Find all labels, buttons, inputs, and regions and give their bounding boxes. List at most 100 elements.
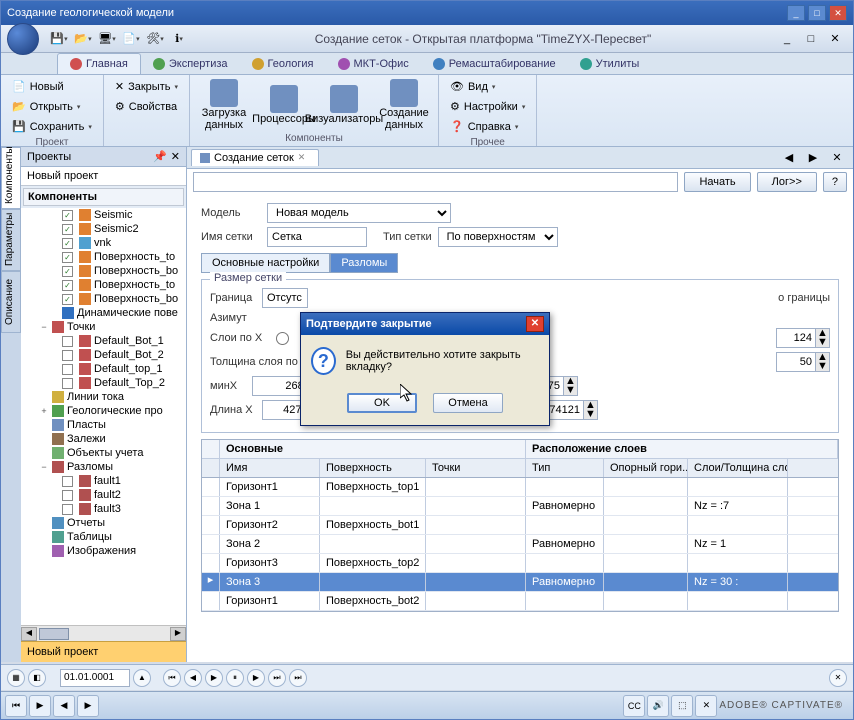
status-icon2[interactable]: ◧ <box>28 669 46 687</box>
qat-tools-icon[interactable]: 🛠▾ <box>144 29 166 49</box>
tree-node[interactable]: Default_Bot_1 <box>21 334 186 348</box>
play-icon[interactable]: ▶ <box>205 669 223 687</box>
mdi-min-btn[interactable]: _ <box>776 29 798 49</box>
ribbon-tab-3[interactable]: МКТ-Офис <box>326 53 421 74</box>
tree-node[interactable]: Default_Top_2 <box>21 376 186 390</box>
end-icon[interactable]: ⏭ <box>289 669 307 687</box>
ok-button[interactable]: OK <box>347 393 417 413</box>
tree-node[interactable]: Залежи <box>21 432 186 446</box>
tb-close[interactable]: ✕ <box>695 695 717 717</box>
table-row[interactable]: Горизонт3Поверхность_top2 <box>202 554 838 573</box>
table-row[interactable]: Горизонт1Поверхность_top1 <box>202 478 838 497</box>
sidebar-tab-1[interactable]: Параметры <box>1 209 21 271</box>
view-button[interactable]: 👁 Вид ▾ <box>445 77 530 96</box>
component-btn-0[interactable]: Загрузка данных <box>196 78 252 132</box>
rewind-icon[interactable]: ⏮ <box>163 669 181 687</box>
fwd-icon[interactable]: ⏭ <box>268 669 286 687</box>
ribbon-tab-4[interactable]: Ремасштабирование <box>421 53 568 74</box>
tb-exit[interactable]: ⬚ <box>671 695 693 717</box>
tree-node[interactable]: +Геологические про <box>21 404 186 418</box>
doctab-create-grids[interactable]: Создание сеток ✕ <box>191 149 319 166</box>
sidebar-tab-2[interactable]: Описание <box>1 271 21 333</box>
dialog-titlebar[interactable]: Подтвердите закрытие ✕ <box>301 313 549 335</box>
date-field[interactable] <box>60 669 130 687</box>
prev-icon[interactable]: ◀ <box>184 669 202 687</box>
qat-screen-icon[interactable]: 🖥▾ <box>96 29 118 49</box>
gridname-input[interactable] <box>267 227 367 247</box>
tree-node[interactable]: Объекты учета <box>21 446 186 460</box>
layers-grid[interactable]: Основные Расположение слоев ИмяПоверхнос… <box>201 439 839 612</box>
component-btn-2[interactable]: Визуализаторы <box>316 78 372 132</box>
tree-node[interactable]: Seismic <box>21 208 186 222</box>
runbar-help-button[interactable]: ? <box>823 172 847 192</box>
table-row[interactable]: Горизонт2Поверхность_bot1 <box>202 516 838 535</box>
tree-hscroll[interactable]: ◀ ▶ <box>21 625 186 641</box>
ribbon-tab-5[interactable]: Утилиты <box>568 53 652 74</box>
tree-node[interactable]: Линии тока <box>21 390 186 404</box>
tree-node[interactable]: −Разломы <box>21 460 186 474</box>
tb-play[interactable]: ▶ <box>29 695 51 717</box>
outer-close-btn[interactable]: ✕ <box>829 5 847 21</box>
tree-node[interactable]: Динамические пове <box>21 306 186 320</box>
subtab-main[interactable]: Основные настройки <box>201 253 330 273</box>
tb-back[interactable]: ◀ <box>53 695 75 717</box>
tree-node[interactable]: Отчеты <box>21 516 186 530</box>
outer-min-btn[interactable]: _ <box>787 5 805 21</box>
tree-node[interactable]: Default_top_1 <box>21 362 186 376</box>
col-header[interactable]: Слои/Толщина слоя <box>688 459 788 477</box>
table-row[interactable]: ▸Зона 3РавномерноNz = 30 : <box>202 573 838 592</box>
tree-node[interactable]: −Точки <box>21 320 186 334</box>
component-btn-1[interactable]: Процессоры <box>256 78 312 132</box>
qat-save-icon[interactable]: 💾▾ <box>48 29 70 49</box>
tb-cc[interactable]: CC <box>623 695 645 717</box>
project-footer[interactable]: Новый проект <box>21 641 186 662</box>
sidebar-pin-icon[interactable]: 📌 <box>153 150 167 163</box>
thickness-spin[interactable] <box>776 352 816 372</box>
doctab-next[interactable]: ▶ <box>802 148 824 168</box>
gridtype-select[interactable]: По поверхностям <box>438 227 558 247</box>
col-header[interactable]: Имя <box>220 459 320 477</box>
next-icon[interactable]: ▶ <box>247 669 265 687</box>
qat-open-icon[interactable]: 📂▾ <box>72 29 94 49</box>
log-button[interactable]: Лог>> <box>757 172 817 192</box>
qat-info-icon[interactable]: ℹ▾ <box>168 29 190 49</box>
tree-node[interactable]: Изображения <box>21 544 186 558</box>
ribbon-tab-0[interactable]: Главная <box>57 53 141 74</box>
subtab-faults[interactable]: Разломы <box>330 253 398 273</box>
tree-node[interactable]: Поверхность_bo <box>21 264 186 278</box>
tb-rewind[interactable]: ⏮ <box>5 695 27 717</box>
start-button[interactable]: Начать <box>684 172 750 192</box>
col-header[interactable]: Опорный гори... <box>604 459 688 477</box>
tb-fwd[interactable]: ▶ <box>77 695 99 717</box>
ribbon-tab-2[interactable]: Геология <box>240 53 326 74</box>
qat-doc-icon[interactable]: 📄▾ <box>120 29 142 49</box>
tree-node[interactable]: Поверхность_to <box>21 250 186 264</box>
table-row[interactable]: Зона 1РавномерноNz = :7 <box>202 497 838 516</box>
col-header[interactable]: Тип <box>526 459 604 477</box>
tree-node[interactable]: fault3 <box>21 502 186 516</box>
tb-audio[interactable]: 🔊 <box>647 695 669 717</box>
close-button[interactable]: ✕ Закрыть ▾ <box>110 77 183 96</box>
boundary-input[interactable] <box>262 288 308 308</box>
cellsX-radio[interactable] <box>276 332 289 345</box>
model-select[interactable]: Новая модель <box>267 203 451 223</box>
cellsX-spin[interactable] <box>776 328 816 348</box>
sidebar-close-icon[interactable]: ✕ <box>171 150 180 163</box>
table-row[interactable]: Зона 2РавномерноNz = 1 <box>202 535 838 554</box>
mdi-close-btn[interactable]: ✕ <box>824 29 846 49</box>
help-button[interactable]: ❓ Справка ▾ <box>445 117 530 136</box>
run-input[interactable] <box>193 172 678 192</box>
component-btn-3[interactable]: Создание данных <box>376 78 432 132</box>
status-icon1[interactable]: ▦ <box>7 669 25 687</box>
col-header[interactable]: Поверхность <box>320 459 426 477</box>
ribbon-tab-1[interactable]: Экспертиза <box>141 53 240 74</box>
sidebar-tab-0[interactable]: Компоненты <box>1 147 21 209</box>
col-header[interactable]: Точки <box>426 459 526 477</box>
tree-node[interactable]: Пласты <box>21 418 186 432</box>
cancel-button[interactable]: Отмена <box>433 393 503 413</box>
pause-icon[interactable]: ⏸ <box>226 669 244 687</box>
open-button[interactable]: 📂 Открыть ▾ <box>7 97 97 116</box>
app-orb[interactable] <box>7 23 39 55</box>
tree-node[interactable]: Таблицы <box>21 530 186 544</box>
save-button[interactable]: 💾 Сохранить ▾ <box>7 117 97 136</box>
